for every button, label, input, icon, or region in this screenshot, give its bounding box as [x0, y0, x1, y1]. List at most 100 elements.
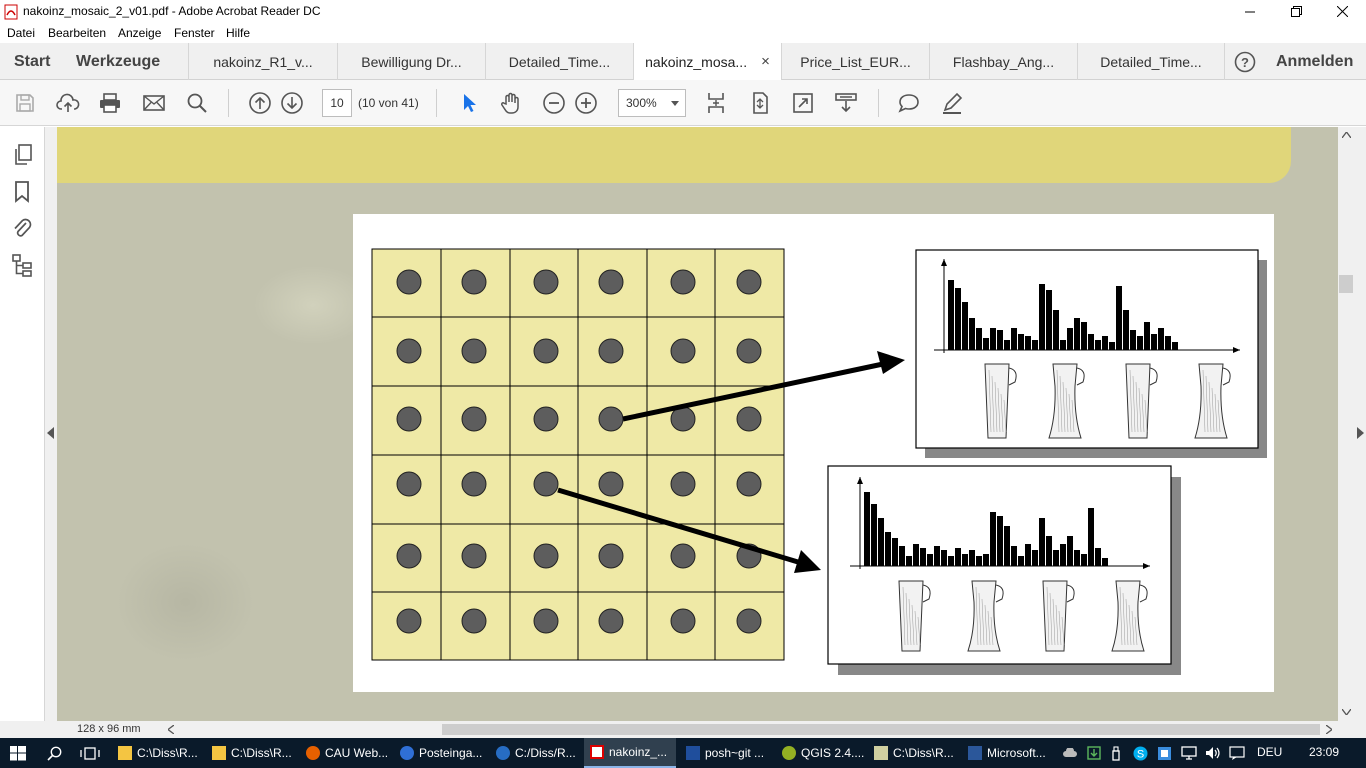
usb-icon[interactable]: [1111, 746, 1121, 761]
next-page-button[interactable]: [279, 90, 305, 116]
panel-collapse-strip[interactable]: [45, 127, 57, 721]
toolbar-separator: [228, 89, 229, 117]
zoom-value: 300%: [626, 96, 657, 110]
tab-document-3[interactable]: Detailed_Time...: [485, 43, 633, 80]
vertical-scrollbar[interactable]: [1338, 127, 1355, 721]
fit-page-button[interactable]: [747, 90, 773, 116]
scroll-right-icon[interactable]: [1326, 725, 1332, 734]
zoom-out-button[interactable]: [541, 90, 567, 116]
histogram-bar: [955, 288, 961, 350]
sample-point: [533, 543, 559, 569]
taskbar-item-qgis[interactable]: QGIS 2.4....: [776, 738, 866, 768]
figure-panel: [353, 214, 1274, 692]
skype-icon[interactable]: S: [1133, 746, 1148, 761]
scroll-down-icon[interactable]: [1342, 709, 1351, 715]
taskbar-item-firefox[interactable]: CAU Web...: [300, 738, 390, 768]
tab-document-2[interactable]: Bewilligung Dr...: [337, 43, 485, 80]
tab-document-active[interactable]: nakoinz_mosa... ×: [633, 43, 781, 80]
histogram-bar: [913, 544, 919, 566]
help-icon[interactable]: ?: [1234, 51, 1256, 73]
zoom-select[interactable]: 300%: [618, 89, 686, 117]
tab-document-1[interactable]: nakoinz_R1_v...: [188, 43, 337, 80]
histogram-bar: [1081, 554, 1087, 566]
taskbar-item-explorer[interactable]: C:\Diss\R...: [112, 738, 206, 768]
tab-close-icon[interactable]: ×: [761, 53, 770, 70]
tab-label: Bewilligung Dr...: [361, 53, 462, 70]
expand-icon: [793, 93, 813, 113]
document-view[interactable]: [57, 127, 1338, 721]
taskbar-item-label: Microsoft...: [987, 746, 1046, 760]
paperclip-icon[interactable]: [11, 216, 33, 240]
download-icon[interactable]: [1087, 746, 1101, 760]
upload-button[interactable]: [55, 90, 81, 116]
minimize-button[interactable]: [1227, 0, 1273, 23]
find-button[interactable]: [184, 90, 210, 116]
comment-button[interactable]: [896, 90, 922, 116]
horizontal-scroll-thumb[interactable]: [442, 724, 1320, 735]
taskbar-item-r[interactable]: C:/Diss/R...: [490, 738, 582, 768]
arrow-up-circle-icon: [249, 92, 271, 114]
monitor-icon[interactable]: [1181, 746, 1197, 760]
sample-point: [598, 608, 624, 634]
page-thumbnails-icon[interactable]: [12, 143, 34, 167]
layers-structure-icon[interactable]: [11, 253, 33, 279]
network-share-icon[interactable]: [1157, 746, 1172, 761]
notification-icon[interactable]: [1229, 746, 1245, 760]
sample-point: [461, 269, 487, 295]
folder-icon: [212, 746, 226, 760]
scroll-mode-button[interactable]: [703, 90, 729, 116]
restore-button[interactable]: [1273, 0, 1319, 23]
histogram-bar: [1095, 548, 1101, 566]
histogram-bar: [1046, 290, 1052, 350]
hand-tool-button[interactable]: [498, 90, 524, 116]
menu-bearbeiten[interactable]: Bearbeiten: [48, 26, 106, 40]
taskbar-item-acrobat[interactable]: nakoinz_...: [584, 738, 676, 768]
histogram-bar: [1004, 526, 1010, 566]
scroll-left-icon[interactable]: [168, 725, 174, 734]
cloud-icon[interactable]: [1063, 748, 1077, 758]
taskbar-item-explorer[interactable]: C:\Diss\R...: [206, 738, 296, 768]
tools-nav[interactable]: Werkzeuge: [76, 53, 160, 71]
menu-hilfe[interactable]: Hilfe: [226, 26, 250, 40]
input-language[interactable]: DEU: [1257, 745, 1282, 759]
taskbar-item-word[interactable]: Microsoft...: [962, 738, 1058, 768]
taskbar-item-notepad[interactable]: C:\Diss\R...: [868, 738, 960, 768]
tab-document-6[interactable]: Flashbay_Ang...: [929, 43, 1077, 80]
menu-fenster[interactable]: Fenster: [174, 26, 215, 40]
print-button[interactable]: [97, 90, 123, 116]
vertical-scroll-thumb[interactable]: [1339, 275, 1353, 293]
highlight-button[interactable]: [939, 90, 965, 116]
save-icon: [16, 94, 34, 112]
tab-document-7[interactable]: Detailed_Time...: [1077, 43, 1225, 80]
page-number-input[interactable]: 10: [322, 89, 352, 117]
search-icon[interactable]: [47, 746, 62, 761]
full-screen-button[interactable]: [790, 90, 816, 116]
close-window-button[interactable]: [1319, 0, 1365, 23]
bookmark-icon[interactable]: [13, 180, 31, 204]
read-mode-button[interactable]: [833, 90, 859, 116]
tab-document-5[interactable]: Price_List_EUR...: [781, 43, 929, 80]
email-button[interactable]: [141, 90, 167, 116]
menu-anzeige[interactable]: Anzeige: [118, 26, 161, 40]
previous-page-button[interactable]: [247, 90, 273, 116]
histogram-bar: [1025, 544, 1031, 566]
volume-icon[interactable]: [1205, 746, 1221, 760]
histogram-bar: [892, 538, 898, 566]
right-panel-strip[interactable]: [1355, 127, 1366, 721]
taskbar-item-powershell[interactable]: posh~git ...: [680, 738, 774, 768]
windows-start-icon[interactable]: [10, 746, 26, 761]
system-clock[interactable]: 23:09: [1309, 745, 1339, 759]
task-view-icon[interactable]: [80, 746, 100, 761]
start-nav[interactable]: Start: [14, 53, 50, 71]
chevron-left-icon[interactable]: [47, 427, 54, 439]
histogram-bar: [1032, 340, 1038, 350]
svg-text:?: ?: [1241, 55, 1249, 70]
menu-datei[interactable]: Datei: [7, 26, 35, 40]
taskbar-item-mail[interactable]: Posteinga...: [394, 738, 486, 768]
save-button[interactable]: [12, 90, 38, 116]
zoom-in-button[interactable]: [573, 90, 599, 116]
scroll-up-icon[interactable]: [1342, 132, 1351, 138]
select-tool-button[interactable]: [455, 90, 481, 116]
chevron-right-icon[interactable]: [1357, 427, 1364, 439]
signin-link[interactable]: Anmelden: [1276, 53, 1353, 71]
